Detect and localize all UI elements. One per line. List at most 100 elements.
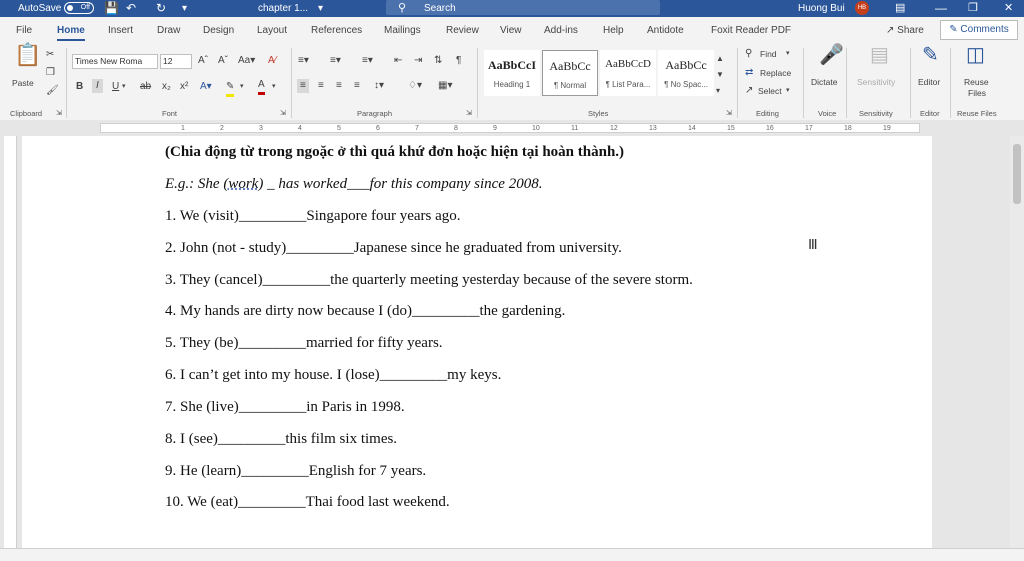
- save-icon[interactable]: 💾: [104, 0, 119, 17]
- styles-launcher-icon[interactable]: ⇲: [726, 107, 732, 121]
- redo-icon[interactable]: ↻: [156, 0, 166, 17]
- numbering-icon[interactable]: ≡▾: [330, 54, 341, 68]
- borders-icon[interactable]: ▦▾: [438, 79, 452, 93]
- tab-references[interactable]: References: [311, 25, 362, 36]
- tab-foxit[interactable]: Foxit Reader PDF: [711, 25, 791, 36]
- style-normal[interactable]: AaBbCc ¶ Normal: [542, 50, 598, 96]
- tab-layout[interactable]: Layout: [257, 25, 287, 36]
- strikethrough-icon[interactable]: ab: [140, 80, 151, 94]
- clipboard-launcher-icon[interactable]: ⇲: [56, 107, 62, 121]
- grow-font-icon[interactable]: Aˆ: [198, 54, 208, 68]
- multilevel-list-icon[interactable]: ≡▾: [362, 54, 373, 68]
- select-dropdown-icon[interactable]: ▾: [786, 84, 790, 98]
- tab-antidote[interactable]: Antidote: [647, 25, 684, 36]
- sensitivity-button[interactable]: Sensitivity: [857, 77, 895, 87]
- format-painter-icon[interactable]: 🖌: [46, 84, 59, 98]
- align-right-icon[interactable]: ≡: [336, 79, 342, 93]
- tab-home[interactable]: Home: [57, 25, 85, 41]
- font-color-icon[interactable]: A: [258, 78, 265, 95]
- underline-dropdown-icon[interactable]: ▾: [122, 80, 126, 94]
- copy-icon[interactable]: ❐: [46, 66, 55, 80]
- highlight-dropdown-icon[interactable]: ▾: [240, 80, 244, 94]
- styles-scroll-down-icon[interactable]: ▼: [716, 68, 724, 82]
- cut-icon[interactable]: ✂: [46, 48, 54, 62]
- scrollbar-thumb[interactable]: [1013, 144, 1021, 204]
- minimize-icon[interactable]: —: [935, 0, 947, 17]
- close-icon[interactable]: ✕: [1004, 0, 1013, 17]
- font-color-dropdown-icon[interactable]: ▾: [272, 80, 276, 94]
- dictate-button[interactable]: Dictate: [811, 77, 837, 87]
- undo-icon[interactable]: ↶: [126, 0, 136, 17]
- vertical-scrollbar[interactable]: [1010, 136, 1024, 548]
- tab-insert[interactable]: Insert: [108, 25, 133, 36]
- reuse-files-icon[interactable]: ◫: [966, 45, 985, 65]
- styles-more-icon[interactable]: ▾: [716, 84, 720, 98]
- styles-scroll-up-icon[interactable]: ▲: [716, 52, 724, 66]
- text-effects-icon[interactable]: A▾: [200, 80, 212, 94]
- justify-icon[interactable]: ≡: [354, 79, 360, 93]
- qat-more-icon[interactable]: ▾: [182, 0, 187, 17]
- comments-button[interactable]: ✎ Comments: [940, 20, 1018, 40]
- increase-indent-icon[interactable]: ⇥: [414, 54, 422, 68]
- microphone-icon[interactable]: 🎤: [819, 45, 844, 65]
- reuse-button-line2[interactable]: Files: [968, 88, 986, 98]
- editor-icon[interactable]: ✎: [922, 45, 939, 65]
- doc-name-chevron-icon[interactable]: ▾: [318, 0, 323, 17]
- shading-icon[interactable]: ♢▾: [408, 79, 422, 93]
- find-dropdown-icon[interactable]: ▾: [786, 47, 790, 61]
- change-case-icon[interactable]: Aa▾: [238, 54, 255, 68]
- tab-help[interactable]: Help: [603, 25, 624, 36]
- clear-formatting-icon[interactable]: A∕: [268, 54, 276, 68]
- style-list-paragraph[interactable]: AaBbCcD ¶ List Para...: [600, 50, 656, 96]
- avatar[interactable]: HB: [855, 1, 869, 15]
- tab-draw[interactable]: Draw: [157, 25, 180, 36]
- style-no-spacing[interactable]: AaBbCc ¶ No Spac...: [658, 50, 714, 96]
- bold-icon[interactable]: B: [76, 80, 83, 94]
- replace-icon[interactable]: ⇄: [745, 66, 753, 80]
- paragraph-launcher-icon[interactable]: ⇲: [466, 107, 472, 121]
- tab-file[interactable]: File: [16, 25, 32, 36]
- highlight-icon[interactable]: ✎: [226, 80, 235, 97]
- sensitivity-icon[interactable]: ▤: [870, 45, 889, 65]
- select-icon[interactable]: ↗: [745, 84, 753, 98]
- user-name[interactable]: Huong Bui: [798, 0, 845, 17]
- superscript-icon[interactable]: x²: [180, 80, 188, 94]
- line-spacing-icon[interactable]: ↕▾: [374, 79, 384, 93]
- vertical-ruler[interactable]: [4, 136, 17, 548]
- sort-icon[interactable]: ⇅: [434, 54, 442, 68]
- tab-mailings[interactable]: Mailings: [384, 25, 421, 36]
- paste-label[interactable]: Paste: [12, 78, 34, 88]
- font-name-box[interactable]: Times New Roma: [72, 54, 158, 69]
- tab-design[interactable]: Design: [203, 25, 234, 36]
- restore-icon[interactable]: ❐: [968, 0, 978, 17]
- underline-icon[interactable]: U: [112, 80, 119, 94]
- document-name[interactable]: chapter 1...: [258, 0, 308, 17]
- find-button[interactable]: Find: [760, 49, 777, 59]
- shrink-font-icon[interactable]: Aˇ: [218, 54, 228, 68]
- select-button[interactable]: Select: [758, 86, 782, 96]
- tab-review[interactable]: Review: [446, 25, 479, 36]
- align-left-icon[interactable]: ≡: [297, 79, 309, 93]
- font-launcher-icon[interactable]: ⇲: [280, 107, 286, 121]
- paste-icon[interactable]: 📋: [14, 44, 41, 66]
- editor-button[interactable]: Editor: [918, 77, 940, 87]
- ribbon-display-icon[interactable]: ▤: [895, 0, 905, 17]
- find-icon[interactable]: ⚲: [745, 47, 752, 61]
- horizontal-ruler[interactable]: 1 2 3 4 5 6 7 8 9 10 11 12 13 14 15 16 1…: [0, 120, 1024, 136]
- tab-add-ins[interactable]: Add-ins: [544, 25, 578, 36]
- document-page[interactable]: (Chia động từ trong ngoặc ở thì quá khứ …: [22, 136, 932, 548]
- reuse-button-line1[interactable]: Reuse: [964, 77, 989, 87]
- show-formatting-icon[interactable]: ¶: [456, 54, 461, 68]
- search-box[interactable]: ⚲ Search: [386, 0, 660, 15]
- share-button[interactable]: ↗ Share: [880, 22, 930, 39]
- autosave-toggle[interactable]: Off: [64, 2, 94, 14]
- font-size-box[interactable]: 12: [160, 54, 192, 69]
- align-center-icon[interactable]: ≡: [318, 79, 324, 93]
- style-heading-1[interactable]: AaBbCcI Heading 1: [484, 50, 540, 96]
- subscript-icon[interactable]: x₂: [162, 80, 171, 94]
- tab-view[interactable]: View: [500, 25, 522, 36]
- italic-icon[interactable]: I: [92, 79, 103, 93]
- bullets-icon[interactable]: ≡▾: [298, 54, 309, 68]
- replace-button[interactable]: Replace: [760, 68, 791, 78]
- decrease-indent-icon[interactable]: ⇤: [394, 54, 402, 68]
